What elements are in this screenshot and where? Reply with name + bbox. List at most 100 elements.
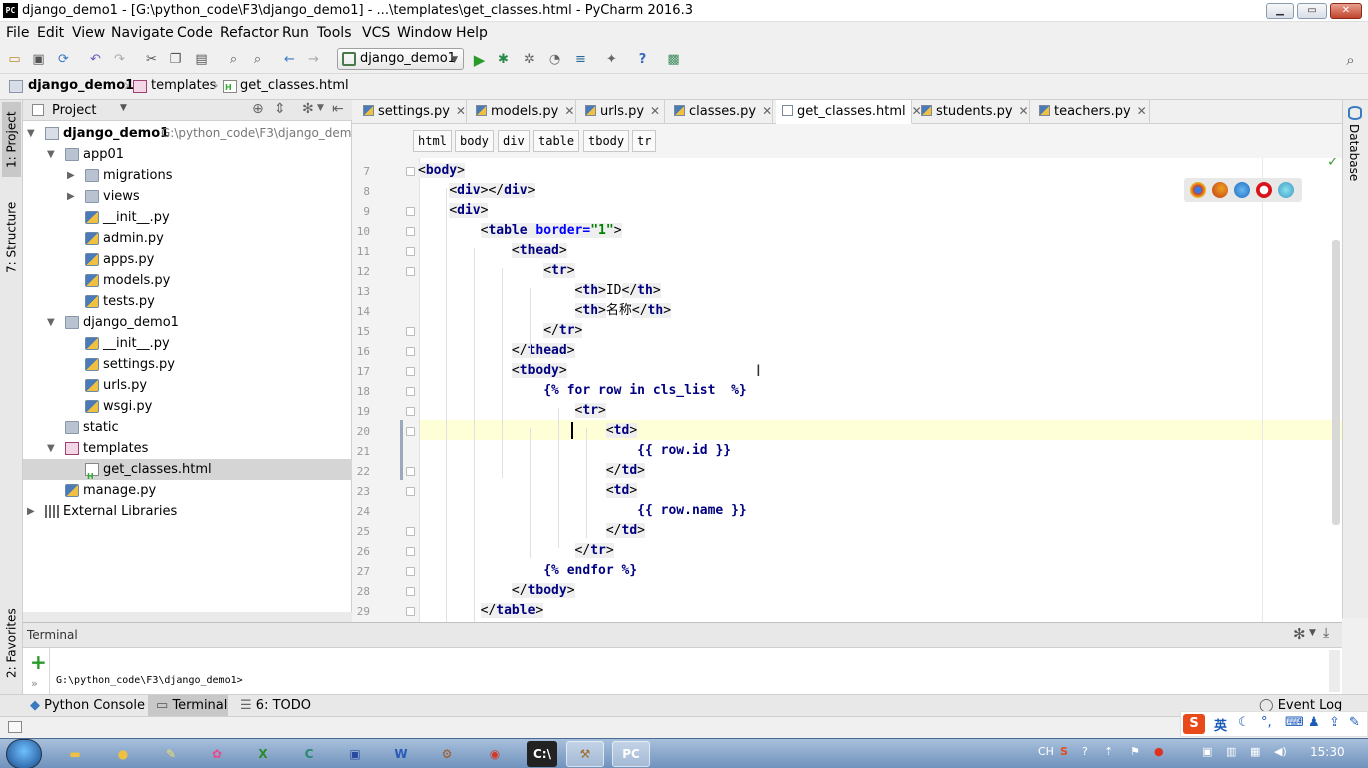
fold-marker-icon[interactable] — [406, 487, 415, 496]
code-line[interactable]: </thead> — [418, 341, 575, 361]
monitor-icon[interactable]: ▣ — [1202, 745, 1212, 758]
fold-marker-icon[interactable] — [406, 227, 415, 236]
network-icon[interactable]: ▥ — [1226, 745, 1236, 758]
tag-path-table[interactable]: table — [533, 130, 580, 152]
firefox-icon[interactable] — [1212, 182, 1228, 198]
opera-icon[interactable] — [1256, 182, 1272, 198]
code-line[interactable]: </tr> — [418, 321, 583, 341]
debug-icon[interactable]: ✱ — [495, 51, 512, 68]
forward-icon[interactable]: → — [305, 51, 322, 68]
fold-marker-icon[interactable] — [406, 527, 415, 536]
code-line[interactable]: </td> — [418, 461, 645, 481]
redo-icon[interactable]: ↷ — [111, 51, 128, 68]
fold-marker-icon[interactable] — [406, 347, 415, 356]
tool-windows-icon[interactable] — [8, 721, 22, 733]
cut-icon[interactable]: ✂ — [143, 51, 160, 68]
scroll-from-source-icon[interactable]: ⊕ — [252, 101, 264, 117]
sogou-tray-icon[interactable]: S — [1060, 745, 1068, 758]
menu-file[interactable]: File — [6, 25, 29, 41]
expanded-arrow-icon[interactable]: ▼ — [27, 123, 35, 144]
terminal-body[interactable]: + » G:\python_code\F3\django_demo1> — [23, 648, 1342, 694]
ime-lang-label[interactable]: 英 — [1214, 715, 1227, 734]
fold-marker-icon[interactable] — [406, 387, 415, 396]
menu-help[interactable]: Help — [456, 25, 488, 41]
code-editor[interactable]: 7 8 9 10 11 12 13 14 15 16 17 18 19 20 21 22 23 24 25 26 27 2… — [352, 158, 1342, 622]
undo-icon[interactable]: ↶ — [87, 51, 104, 68]
ime-indicator[interactable]: CH — [1038, 745, 1054, 758]
code-line[interactable]: <body> — [418, 161, 465, 181]
menu-edit[interactable]: Edit — [37, 25, 64, 41]
hide-panel-icon[interactable]: ⇤ — [332, 101, 344, 117]
fold-marker-icon[interactable] — [406, 267, 415, 276]
menu-navigate[interactable]: Navigate — [111, 25, 174, 41]
settings-icon[interactable]: ✦ — [603, 51, 620, 68]
tab-urls-py[interactable]: urls.py ✕ — [579, 100, 665, 124]
chevron-down-icon[interactable]: ▼ — [1309, 628, 1316, 638]
help-tray-icon[interactable]: ? — [1082, 745, 1088, 758]
fold-marker-icon[interactable] — [406, 427, 415, 436]
code-line[interactable]: <td> — [418, 481, 638, 501]
internet-explorer-icon[interactable] — [1278, 182, 1294, 198]
tab-get_classes-html[interactable]: get_classes.html ✕ — [776, 100, 922, 124]
breadcrumb-project[interactable]: django_demo1 — [28, 78, 134, 93]
menu-view[interactable]: View — [72, 25, 105, 41]
find-icon[interactable]: ⌕ — [225, 51, 242, 68]
display-icon[interactable]: ▦ — [1250, 745, 1260, 758]
copy-icon[interactable]: ❐ — [167, 51, 184, 68]
paint-icon[interactable]: ✿ — [198, 741, 236, 767]
start-button[interactable] — [6, 739, 42, 768]
tab-classes-py[interactable]: classes.py ✕ — [668, 100, 773, 124]
tray-expand-icon[interactable]: ⇡ — [1104, 745, 1113, 758]
close-tab-icon[interactable]: ✕ — [1019, 104, 1029, 118]
code-line[interactable]: </td> — [418, 521, 645, 541]
maximize-button[interactable]: ▭ — [1297, 3, 1327, 19]
tab-settings-py[interactable]: settings.py ✕ — [357, 100, 467, 124]
toolbox-taskbar-icon[interactable]: ⚒ — [566, 741, 604, 767]
python-console-tab[interactable]: ◆ Python Console — [30, 695, 145, 717]
code-line[interactable]: <div> — [418, 201, 489, 221]
close-tab-icon[interactable]: ✕ — [456, 104, 466, 118]
tree-item[interactable]: ▶ views — [23, 186, 352, 207]
terminal-scrollbar[interactable] — [1329, 650, 1340, 692]
run-icon[interactable]: ▶ — [471, 51, 488, 69]
tray-app-icon[interactable]: ⚑ — [1130, 745, 1140, 758]
tree-item[interactable]: tests.py — [23, 291, 352, 312]
tools-icon[interactable]: ✎ — [1349, 715, 1360, 730]
back-icon[interactable]: ← — [281, 51, 298, 68]
tree-item[interactable]: static — [23, 417, 352, 438]
tag-path-body[interactable]: body — [455, 130, 494, 152]
explorer-icon[interactable]: ▬ — [56, 741, 94, 767]
expanded-arrow-icon[interactable]: ▼ — [47, 438, 55, 459]
vertical-scrollbar[interactable] — [1332, 240, 1340, 525]
save-app-icon[interactable]: ▣ — [336, 741, 374, 767]
help-icon[interactable]: ? — [634, 51, 651, 68]
vcs-icon[interactable]: ▩ — [665, 51, 682, 68]
fold-marker-icon[interactable] — [406, 167, 415, 176]
code-line[interactable]: </tr> — [418, 541, 614, 561]
fold-marker-icon[interactable] — [406, 247, 415, 256]
code-line[interactable]: {{ row.id }} — [418, 441, 731, 461]
tree-item[interactable]: apps.py — [23, 249, 352, 270]
minimize-button[interactable]: ▁ — [1266, 3, 1294, 19]
tree-item[interactable]: ▼ app01 — [23, 144, 352, 165]
close-window-button[interactable]: ✕ — [1330, 3, 1362, 19]
horizontal-scrollbar[interactable] — [23, 612, 352, 622]
pycharm-taskbar-icon[interactable]: PC — [612, 741, 650, 767]
gear-icon[interactable]: ✻ — [302, 101, 314, 117]
tree-item[interactable]: get_classes.html — [23, 459, 352, 487]
tree-item[interactable]: manage.py — [23, 480, 352, 501]
hide-panel-icon[interactable]: ⤓ — [1323, 625, 1329, 641]
sogou-ime-icon[interactable]: S — [1183, 714, 1205, 734]
punctuation-icon[interactable]: °, — [1261, 715, 1272, 730]
save-all-icon[interactable]: ▣ — [30, 51, 47, 68]
fold-marker-icon[interactable] — [406, 547, 415, 556]
expanded-arrow-icon[interactable]: ▼ — [47, 312, 55, 333]
tree-item[interactable]: ▶ External Libraries — [23, 501, 352, 522]
tree-item[interactable]: __init__.py — [23, 207, 352, 228]
code-line[interactable]: <div></div> — [418, 181, 536, 201]
fold-marker-icon[interactable] — [406, 327, 415, 336]
database-tool-tab[interactable]: Database — [1347, 124, 1361, 181]
code-line[interactable]: {{ row.name }} — [418, 501, 747, 521]
cmd-icon[interactable]: C:\ — [527, 741, 557, 767]
close-tab-icon[interactable]: ✕ — [564, 104, 574, 118]
